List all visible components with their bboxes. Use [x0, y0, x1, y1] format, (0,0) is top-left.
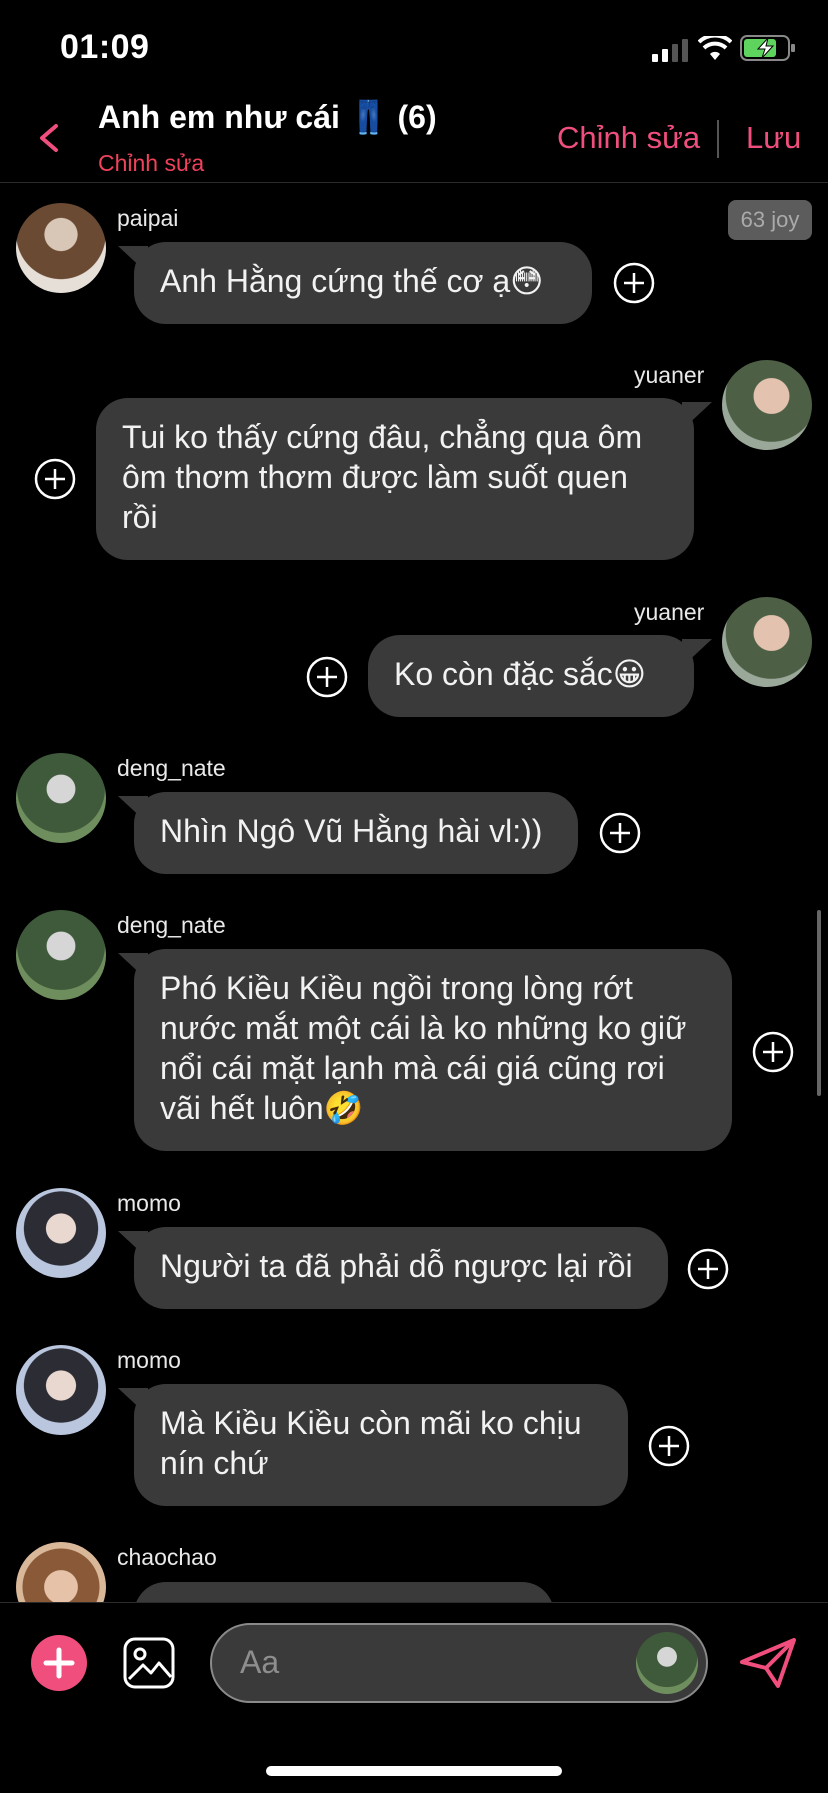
chat-title: Anh em như cái 👖 (6)	[98, 99, 437, 135]
message-bubble[interactable]: Tui ko thấy cứng đâu, chẳng qua ôm ôm th…	[96, 398, 694, 560]
sender-name: yuaner	[634, 599, 705, 625]
header-divider-line	[0, 182, 828, 183]
composer-avatar[interactable]	[636, 1632, 698, 1694]
add-reaction-icon[interactable]	[687, 1248, 729, 1290]
avatar[interactable]	[16, 910, 106, 1000]
edit-button[interactable]: Chỉnh sửa	[557, 120, 700, 156]
save-button[interactable]: Lưu	[746, 120, 801, 156]
chat-subtitle[interactable]: Chỉnh sửa	[98, 150, 204, 177]
status-badge: 63 joy	[728, 200, 812, 240]
add-reaction-icon[interactable]	[306, 656, 348, 698]
message-bubble[interactable]: Ko còn đặc sắc😀	[368, 635, 694, 717]
add-reaction-icon[interactable]	[752, 1031, 794, 1073]
avatar[interactable]	[16, 1188, 106, 1278]
message-bubble[interactable]: Mà Kiều Kiều còn mãi ko chịu nín chứ	[134, 1384, 628, 1506]
sender-name: momo	[117, 1190, 181, 1216]
sender-name: chaochao	[117, 1544, 217, 1570]
message-input-placeholder: Aa	[240, 1644, 280, 1680]
home-indicator	[266, 1766, 562, 1776]
header-divider	[717, 120, 719, 158]
scrollbar[interactable]	[817, 910, 821, 1096]
add-reaction-icon[interactable]	[648, 1425, 690, 1467]
avatar[interactable]	[16, 1345, 106, 1435]
send-icon[interactable]	[738, 1636, 798, 1695]
avatar[interactable]	[16, 203, 106, 293]
message-bubble[interactable]: Người ta đã phải dỗ ngược lại rồi	[134, 1227, 668, 1309]
sender-name: deng_nate	[117, 912, 226, 938]
message-bubble[interactable]: Nhìn Ngô Vũ Hằng hài vl:))	[134, 792, 578, 874]
add-reaction-icon[interactable]	[599, 812, 641, 854]
back-icon[interactable]	[30, 118, 70, 158]
add-reaction-icon[interactable]	[34, 458, 76, 500]
message-bubble[interactable]: Phó Kiều Kiều ngồi trong lòng rớt nước m…	[134, 949, 732, 1151]
signal-icon	[652, 38, 690, 67]
avatar[interactable]	[16, 753, 106, 843]
add-icon[interactable]	[31, 1635, 87, 1696]
message-input[interactable]	[210, 1623, 708, 1703]
add-reaction-icon[interactable]	[613, 262, 655, 304]
avatar[interactable]	[722, 597, 812, 687]
avatar[interactable]	[722, 360, 812, 450]
message-bubble[interactable]: Anh Hằng cứng thế cơ ạ😳	[134, 242, 592, 324]
sender-name: paipai	[117, 205, 179, 231]
wifi-icon	[697, 33, 733, 67]
battery-icon	[740, 34, 796, 67]
status-time: 01:09	[60, 28, 150, 66]
sender-name: momo	[117, 1347, 181, 1373]
sender-name: deng_nate	[117, 755, 226, 781]
image-icon[interactable]	[123, 1637, 175, 1694]
sender-name: yuaner	[634, 362, 705, 388]
